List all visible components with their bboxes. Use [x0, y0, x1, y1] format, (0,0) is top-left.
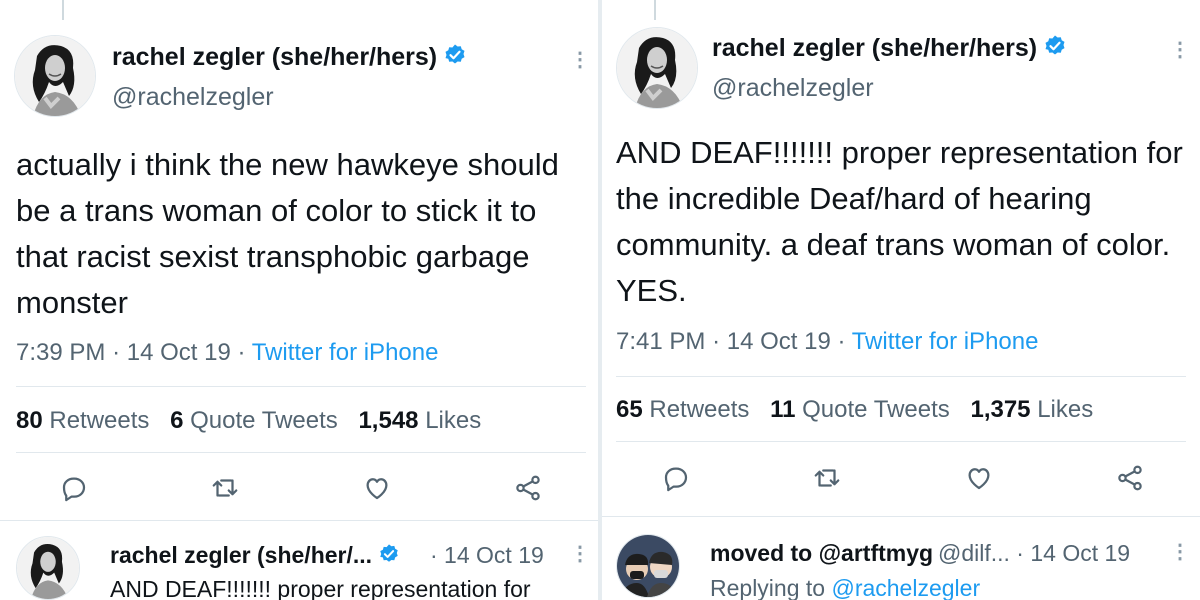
tweet-meta: 7:41 PM · 14 Oct 19 · Twitter for iPhone: [616, 328, 1038, 356]
reply-author-name[interactable]: moved to @artftmyg: [710, 540, 933, 567]
tweet-text: actually i think the new hawkeye should …: [16, 147, 559, 320]
meta-separator: ·: [112, 339, 121, 366]
meta-separator: ·: [712, 328, 721, 355]
tweet-actions: [658, 460, 1148, 496]
quote-tweets-count: 11: [770, 396, 796, 423]
tweet-actions: [56, 470, 546, 506]
avatar-image: [15, 36, 95, 116]
tweet-meta: 7:39 PM · 14 Oct 19 · Twitter for iPhone: [16, 339, 438, 367]
thread-line: [62, 0, 64, 20]
right-tweet-panel: rachel zegler (she/her/hers) @rachelzegl…: [602, 0, 1200, 600]
quote-tweets-count: 6: [170, 407, 184, 434]
retweets-stat[interactable]: 65 Retweets: [616, 396, 749, 423]
like-icon[interactable]: [961, 460, 997, 496]
tweet-stats: 65 Retweets 11 Quote Tweets 1,375 Likes: [616, 396, 1107, 424]
tweet-time: 7:39 PM: [16, 339, 106, 366]
replying-to-label: Replying to: [710, 575, 826, 600]
more-options-icon[interactable]: ⋮: [570, 50, 590, 70]
reply-handle-date[interactable]: @dilf... · 14 Oct 19: [938, 540, 1130, 567]
tweet-date[interactable]: 14 Oct 19: [727, 328, 831, 355]
avatar-image: [617, 535, 679, 597]
tweet-time: 7:41 PM: [616, 328, 706, 355]
reply-text: AND DEAF!!!!!!! proper representation fo…: [110, 576, 531, 600]
quote-tweets-label: Quote Tweets: [802, 396, 950, 423]
divider: [16, 386, 586, 387]
likes-stat[interactable]: 1,548 Likes: [358, 407, 481, 434]
left-tweet-panel: rachel zegler (she/her/hers) @rachelzegl…: [0, 0, 598, 600]
retweets-label: Retweets: [649, 396, 750, 423]
tweet-stats: 80 Retweets 6 Quote Tweets 1,548 Likes: [16, 407, 495, 435]
thread-line: [654, 0, 656, 20]
likes-count: 1,375: [970, 396, 1031, 423]
retweet-icon[interactable]: [809, 460, 845, 496]
verified-icon: [443, 43, 467, 74]
retweets-label: Retweets: [49, 407, 150, 434]
verified-icon: [378, 543, 400, 571]
reply-avatar[interactable]: [616, 534, 680, 598]
reply-author-name-text: rachel zegler (she/her/...: [110, 542, 373, 568]
reply-icon[interactable]: [658, 460, 694, 496]
quote-tweets-stat[interactable]: 6 Quote Tweets: [170, 407, 338, 434]
tweet-text: AND DEAF!!!!!!! proper representation fo…: [616, 135, 1183, 308]
tweet-source-link[interactable]: Twitter for iPhone: [252, 339, 439, 366]
author-name[interactable]: rachel zegler (she/her/hers): [712, 34, 1067, 65]
divider: [0, 520, 598, 521]
reply-avatar[interactable]: [16, 536, 80, 600]
author-name[interactable]: rachel zegler (she/her/hers): [112, 43, 467, 74]
tweet-source-link[interactable]: Twitter for iPhone: [852, 328, 1039, 355]
more-options-icon[interactable]: ⋮: [1170, 40, 1190, 60]
author-handle[interactable]: @rachelzegler: [112, 83, 274, 112]
verified-icon: [1043, 34, 1067, 65]
replying-to-link[interactable]: @rachelzegler: [831, 575, 980, 600]
replying-to: Replying to @rachelzegler: [710, 575, 980, 600]
reply-icon[interactable]: [56, 470, 92, 506]
divider: [16, 452, 586, 453]
quote-tweets-stat[interactable]: 11 Quote Tweets: [770, 396, 950, 423]
divider: [616, 376, 1186, 377]
author-name-text: rachel zegler (she/her/hers): [712, 34, 1038, 63]
avatar[interactable]: [14, 35, 96, 117]
likes-label: Likes: [425, 407, 482, 434]
meta-separator: ·: [237, 339, 246, 366]
meta-separator: ·: [837, 328, 846, 355]
quote-tweets-label: Quote Tweets: [190, 407, 338, 434]
retweets-stat[interactable]: 80 Retweets: [16, 407, 149, 434]
avatar-image: [617, 28, 697, 108]
share-icon[interactable]: [510, 470, 546, 506]
avatar[interactable]: [616, 27, 698, 109]
share-icon[interactable]: [1112, 460, 1148, 496]
tweet-date[interactable]: 14 Oct 19: [127, 339, 231, 366]
author-name-text: rachel zegler (she/her/hers): [112, 43, 438, 72]
reply-author-name[interactable]: rachel zegler (she/her/...: [110, 542, 400, 571]
author-handle[interactable]: @rachelzegler: [712, 74, 874, 103]
more-options-icon[interactable]: ⋮: [1170, 542, 1190, 562]
more-options-icon[interactable]: ⋮: [570, 544, 590, 564]
divider: [602, 516, 1200, 517]
retweet-icon[interactable]: [207, 470, 243, 506]
like-icon[interactable]: [359, 470, 395, 506]
retweets-count: 65: [616, 396, 643, 423]
likes-label: Likes: [1037, 396, 1094, 423]
reply-date[interactable]: · 14 Oct 19: [430, 542, 544, 569]
retweets-count: 80: [16, 407, 43, 434]
likes-count: 1,548: [358, 407, 419, 434]
divider: [616, 441, 1186, 442]
avatar-image: [17, 537, 79, 599]
likes-stat[interactable]: 1,375 Likes: [970, 396, 1093, 423]
